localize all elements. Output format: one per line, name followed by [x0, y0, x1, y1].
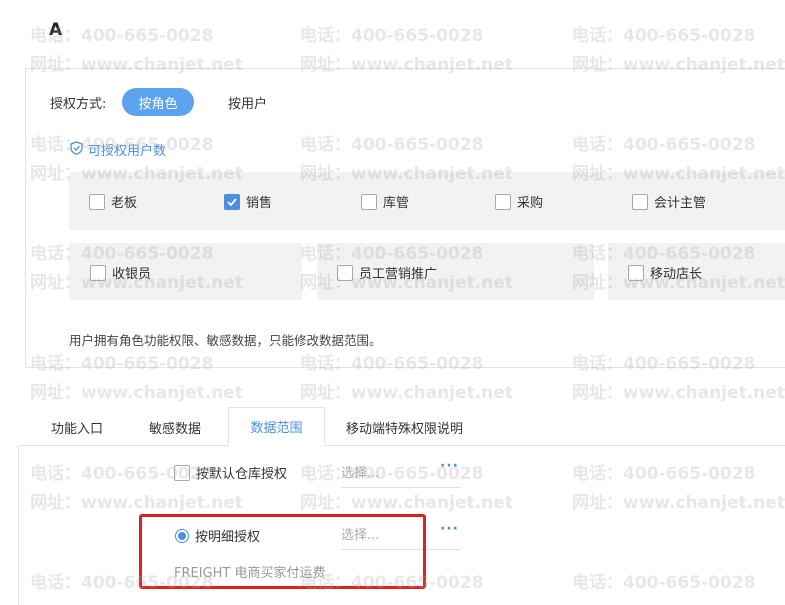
- role-label: 会计主管: [654, 196, 707, 211]
- section-title: A: [49, 20, 63, 40]
- highlight-box: [139, 514, 426, 589]
- role-label: 销售: [246, 196, 273, 211]
- role-checkbox-cashier[interactable]: 收银员: [90, 263, 151, 282]
- shield-icon: [70, 140, 83, 159]
- role-label: 移动店长: [650, 267, 703, 282]
- warehouse-auth-label: 按默认仓库授权: [196, 467, 288, 482]
- auth-by-user-button[interactable]: 按用户: [228, 93, 267, 112]
- role-checkbox-mobile-manager[interactable]: 移动店长: [628, 263, 702, 282]
- checkbox-icon: [361, 193, 377, 210]
- watermark-site: 网址：www.chanjet.net: [30, 383, 243, 403]
- tab-feature-entry[interactable]: 功能入口: [51, 418, 103, 437]
- role-note: 用户拥有角色功能权限、敏感数据，只能修改数据范围。: [69, 333, 382, 348]
- role-label: 采购: [517, 196, 544, 211]
- watermark-phone: 电话：400-665-0028: [572, 26, 756, 46]
- role-checkbox-boss[interactable]: 老板: [89, 192, 137, 211]
- checkbox-icon: [337, 264, 353, 281]
- watermark-site: 网址：www.chanjet.net: [572, 383, 785, 403]
- role-checkbox-accounting[interactable]: 会计主管: [632, 192, 706, 211]
- checkbox-icon: [628, 264, 644, 281]
- checkbox-icon: [90, 264, 106, 281]
- role-label: 库管: [383, 196, 410, 211]
- auth-by-role-button[interactable]: 按角色: [122, 88, 194, 116]
- warehouse-auth-checkbox[interactable]: 按默认仓库授权: [174, 463, 287, 482]
- tab-data-scope[interactable]: 数据范围: [228, 407, 325, 446]
- checkbox-checked-icon: [224, 193, 240, 210]
- role-label: 收银员: [112, 267, 152, 282]
- watermark-phone: 电话：400-665-0028: [300, 26, 484, 46]
- tab-mobile-permissions[interactable]: 移动端特殊权限说明: [346, 418, 463, 437]
- role-label: 老板: [111, 196, 138, 211]
- checkbox-icon: [174, 464, 190, 481]
- quota-link[interactable]: 可授权用户数: [70, 140, 166, 159]
- warehouse-more-button[interactable]: ···: [440, 458, 459, 474]
- role-checkbox-sales[interactable]: 销售: [224, 192, 272, 211]
- role-checkbox-warehouse[interactable]: 库管: [361, 192, 409, 211]
- checkbox-icon: [495, 193, 511, 210]
- quota-link-label: 可授权用户数: [88, 144, 167, 159]
- role-checkbox-purchasing[interactable]: 采购: [495, 192, 543, 211]
- watermark-site: 网址：www.chanjet.net: [300, 383, 513, 403]
- detail-more-button[interactable]: ···: [440, 521, 459, 537]
- auth-mode-label: 授权方式:: [50, 97, 107, 112]
- role-checkbox-marketing[interactable]: 员工营销推广: [337, 263, 437, 282]
- role-label: 员工营销推广: [359, 267, 438, 282]
- checkbox-icon: [632, 193, 648, 210]
- checkbox-icon: [89, 193, 105, 210]
- tab-sensitive-data[interactable]: 敏感数据: [149, 418, 201, 437]
